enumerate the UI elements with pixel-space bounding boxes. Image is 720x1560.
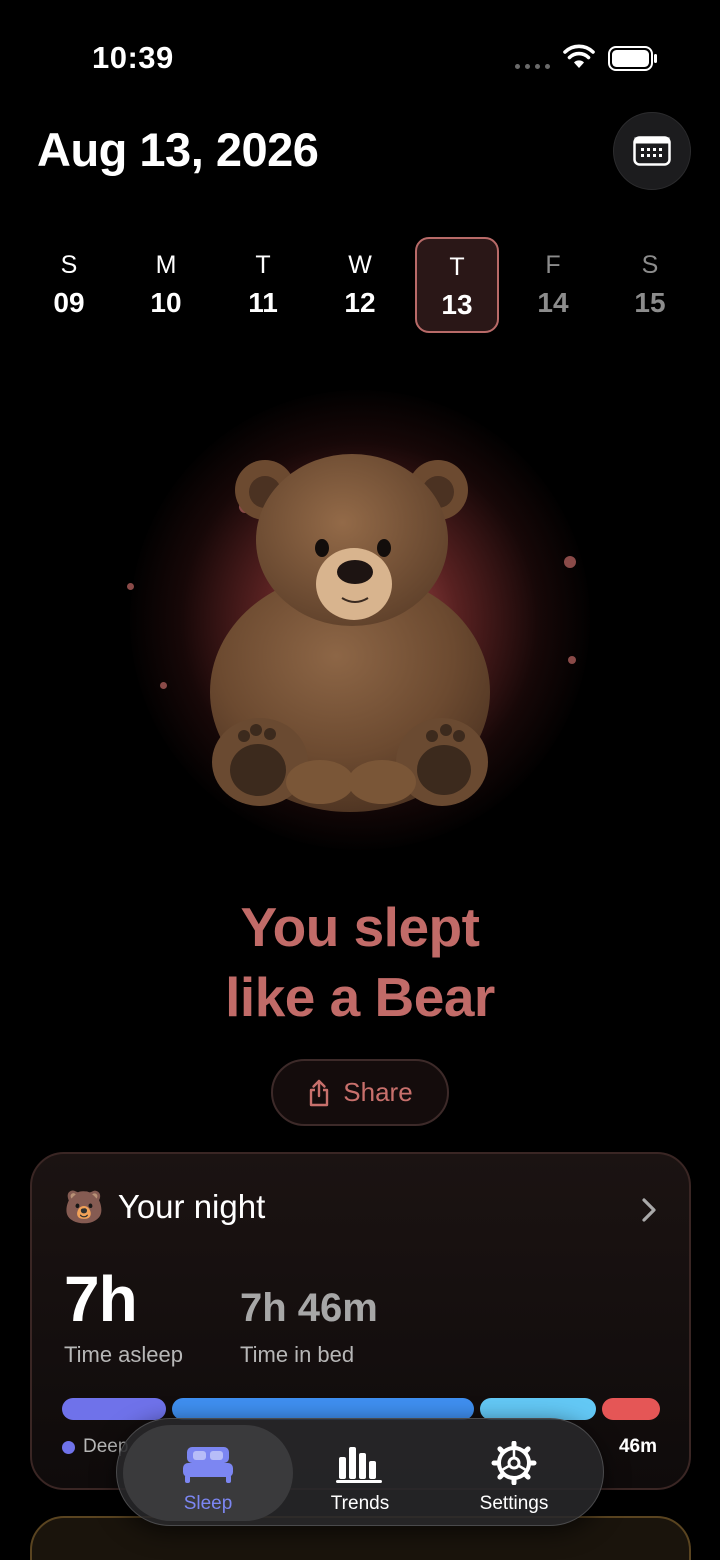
day-of-week: T <box>255 251 271 279</box>
day-09[interactable]: S 09 <box>27 237 111 333</box>
share-button[interactable]: Share <box>271 1059 449 1126</box>
chevron-right-icon[interactable] <box>639 1196 659 1224</box>
status-time: 10:39 <box>92 40 174 75</box>
day-of-week: F <box>545 251 561 279</box>
day-13-selected[interactable]: T 13 <box>415 237 499 333</box>
legend-value: 46m <box>619 1436 657 1458</box>
battery-icon <box>608 46 657 71</box>
day-number: 09 <box>53 287 85 318</box>
cellular-signal-icon <box>515 64 550 69</box>
share-label: Share <box>343 1077 413 1107</box>
day-number: 15 <box>634 287 666 318</box>
tab-bar: Sleep Trends Settings <box>116 1418 604 1526</box>
week-strip: S 09 M 10 T 11 W 12 T 13 F 14 S 15 <box>21 237 699 333</box>
sparkle-dot <box>127 583 134 590</box>
awake-duration: 46m <box>618 1436 657 1457</box>
tab-trends[interactable]: Trends <box>275 1425 445 1521</box>
tab-sleep[interactable]: Sleep <box>123 1425 293 1521</box>
stage-segment-deep <box>62 1398 166 1420</box>
time-asleep-label: Time asleep <box>64 1342 184 1367</box>
tab-label: Trends <box>330 1493 390 1514</box>
day-of-week: M <box>155 251 177 279</box>
bear-emoji-icon: 🐻 <box>64 1189 104 1225</box>
day-number: 12 <box>344 287 376 318</box>
tab-label: Settings <box>479 1493 549 1514</box>
card-header: 🐻 Your night <box>64 1188 265 1226</box>
time-in-bed-label: Time in bed <box>240 1342 355 1367</box>
stage-segment-awake <box>602 1398 660 1420</box>
day-of-week: T <box>449 253 465 281</box>
share-icon <box>310 1079 329 1106</box>
bar-chart-icon <box>336 1447 382 1483</box>
day-of-week: S <box>641 251 659 279</box>
day-number: 10 <box>150 287 182 318</box>
bear-icon <box>210 454 490 812</box>
legend-dot <box>62 1440 75 1454</box>
sparkle-dot <box>568 656 576 664</box>
day-number: 14 <box>537 287 569 318</box>
tab-settings[interactable]: Settings <box>429 1425 599 1521</box>
sleep-stage-bar <box>62 1398 660 1420</box>
day-number: 11 <box>248 287 278 318</box>
page-title: Aug 13, 2026 <box>37 123 319 176</box>
status-bar: 10:39 <box>0 0 720 110</box>
day-11[interactable]: T 11 <box>221 237 305 333</box>
day-number: 13 <box>441 289 473 320</box>
bed-icon <box>183 1447 233 1483</box>
stage-segment-rem <box>480 1398 596 1420</box>
sparkle-dot <box>160 682 167 689</box>
tab-label: Sleep <box>183 1493 233 1514</box>
day-15[interactable]: S 15 <box>608 237 692 333</box>
sleep-result-headline: You slept like a Bear <box>0 892 720 1032</box>
sparkle-dot <box>564 556 576 568</box>
time-in-bed-value: 7h 46m <box>240 1286 378 1330</box>
card-title: Your night <box>117 1188 266 1225</box>
gear-icon <box>491 1441 537 1485</box>
stage-segment-core <box>172 1398 474 1420</box>
day-10[interactable]: M 10 <box>124 237 208 333</box>
wifi-icon <box>563 44 595 68</box>
calendar-button[interactable] <box>613 112 691 190</box>
hero-section <box>60 360 660 880</box>
headline-line-2: like a Bear <box>225 966 495 1028</box>
time-asleep-value: 7h <box>64 1263 138 1335</box>
day-of-week: S <box>60 251 78 279</box>
headline-line-1: You slept <box>240 896 480 958</box>
calendar-icon <box>633 136 671 166</box>
day-of-week: W <box>348 251 372 279</box>
day-12[interactable]: W 12 <box>318 237 402 333</box>
day-14[interactable]: F 14 <box>511 237 595 333</box>
